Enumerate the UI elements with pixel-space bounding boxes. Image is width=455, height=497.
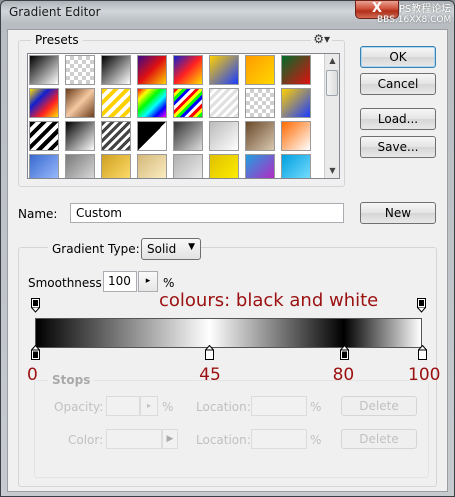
watermark-line-2: BBS.16XX8.COM bbox=[377, 15, 452, 25]
preset-swatch[interactable] bbox=[65, 55, 95, 85]
preset-swatch-list[interactable]: ▲ ▼ bbox=[27, 53, 340, 179]
color-location-label: Location: bbox=[196, 433, 251, 447]
preset-swatch[interactable] bbox=[29, 88, 59, 118]
cancel-button[interactable]: Cancel bbox=[360, 73, 436, 95]
new-button[interactable]: New bbox=[360, 202, 436, 224]
smoothness-slider-button[interactable]: ▸ bbox=[138, 271, 158, 292]
preset-swatch[interactable] bbox=[65, 121, 95, 151]
opacity-location-unit: % bbox=[310, 400, 322, 414]
opacity-location-label: Location: bbox=[196, 400, 251, 414]
gradient-editor-window: Gradient Editor X PS教程论坛 BBS.16XX8.COM P… bbox=[0, 0, 455, 497]
preset-swatch[interactable] bbox=[209, 55, 239, 85]
stops-label: Stops bbox=[48, 373, 95, 387]
preset-swatch[interactable] bbox=[245, 121, 275, 151]
preset-swatch[interactable] bbox=[101, 154, 131, 178]
name-label: Name: bbox=[18, 207, 58, 221]
scroll-thumb[interactable] bbox=[326, 70, 338, 96]
load-button[interactable]: Load... bbox=[360, 108, 436, 130]
preset-swatch[interactable] bbox=[137, 88, 167, 118]
presets-group: Presets ⚙▾ ▲ ▼ bbox=[18, 32, 345, 187]
preset-swatch[interactable] bbox=[173, 88, 203, 118]
save-button[interactable]: Save... bbox=[360, 136, 436, 158]
preset-swatch[interactable] bbox=[281, 88, 311, 118]
watermark-line-1: PS教程论坛 bbox=[398, 4, 452, 15]
preset-swatch[interactable] bbox=[29, 154, 59, 178]
preset-swatch[interactable] bbox=[101, 88, 131, 118]
color-stop[interactable] bbox=[340, 345, 350, 360]
preset-swatch[interactable] bbox=[209, 88, 239, 118]
preset-swatch[interactable] bbox=[245, 55, 275, 85]
gear-icon[interactable]: ⚙▾ bbox=[311, 32, 332, 46]
opacity-dropdown-icon[interactable]: ▸ bbox=[140, 396, 158, 416]
preset-swatch[interactable] bbox=[245, 88, 275, 118]
gradient-preview-bar[interactable] bbox=[35, 318, 422, 348]
gradient-type-select[interactable]: Solid ▼ bbox=[141, 238, 201, 260]
gradient-type-value: Solid bbox=[147, 242, 177, 256]
preset-swatch[interactable] bbox=[281, 154, 311, 178]
delete-color-stop-button[interactable]: Delete bbox=[341, 429, 417, 449]
preset-swatch[interactable] bbox=[137, 121, 167, 151]
preset-swatch[interactable] bbox=[65, 88, 95, 118]
color-picker-arrow-icon[interactable]: ▶ bbox=[162, 429, 178, 449]
opacity-stop-left[interactable] bbox=[31, 298, 40, 313]
preset-swatch[interactable] bbox=[173, 121, 203, 151]
preset-swatch[interactable] bbox=[101, 55, 131, 85]
gradient-type-label: Gradient Type: bbox=[48, 242, 144, 256]
color-stop[interactable] bbox=[204, 345, 214, 360]
color-label: Color: bbox=[68, 433, 104, 447]
scroll-up-icon[interactable]: ▲ bbox=[325, 54, 339, 68]
delete-opacity-stop-button[interactable]: Delete bbox=[341, 396, 417, 416]
color-location-unit: % bbox=[310, 433, 322, 447]
opacity-label: Opacity: bbox=[54, 400, 104, 414]
dialog-body: Presets ⚙▾ ▲ ▼ OK Cancel Load... Save...… bbox=[7, 29, 448, 492]
opacity-field[interactable] bbox=[106, 396, 140, 416]
smoothness-label: Smoothness: bbox=[28, 276, 106, 290]
watermark: PS教程论坛 BBS.16XX8.COM bbox=[377, 4, 451, 26]
preset-swatch[interactable] bbox=[209, 121, 239, 151]
preset-swatch[interactable] bbox=[137, 55, 167, 85]
chevron-down-icon: ▼ bbox=[188, 242, 195, 252]
preset-swatch[interactable] bbox=[209, 154, 239, 178]
presets-label: Presets bbox=[31, 33, 83, 47]
preset-swatch[interactable] bbox=[173, 55, 203, 85]
window-title: Gradient Editor bbox=[9, 5, 101, 19]
color-stop[interactable] bbox=[30, 345, 40, 360]
annotation-caption: colours: black and white bbox=[159, 290, 379, 311]
color-stop[interactable] bbox=[417, 345, 427, 360]
preset-swatch[interactable] bbox=[245, 154, 275, 178]
scrollbar[interactable]: ▲ ▼ bbox=[324, 54, 339, 178]
preset-swatch[interactable] bbox=[137, 154, 167, 178]
ok-button[interactable]: OK bbox=[360, 46, 436, 68]
smoothness-unit: % bbox=[163, 276, 175, 290]
opacity-location-field[interactable] bbox=[251, 396, 307, 416]
scroll-down-icon[interactable]: ▼ bbox=[325, 164, 339, 178]
name-field[interactable]: Custom bbox=[70, 203, 344, 223]
preset-swatch[interactable] bbox=[281, 55, 311, 85]
color-location-field[interactable] bbox=[251, 429, 307, 449]
preset-swatch[interactable] bbox=[281, 121, 311, 151]
color-swatch-field[interactable] bbox=[106, 429, 162, 449]
opacity-stop-right[interactable] bbox=[417, 298, 426, 313]
title-bar[interactable]: Gradient Editor X PS教程论坛 BBS.16XX8.COM bbox=[1, 0, 454, 26]
preset-swatch[interactable] bbox=[29, 55, 59, 85]
preset-swatch[interactable] bbox=[101, 121, 131, 151]
preset-swatch[interactable] bbox=[29, 121, 59, 151]
preset-swatch[interactable] bbox=[65, 154, 95, 178]
preset-swatch[interactable] bbox=[173, 154, 203, 178]
opacity-unit: % bbox=[162, 400, 174, 414]
smoothness-input[interactable]: 100 bbox=[103, 271, 137, 292]
